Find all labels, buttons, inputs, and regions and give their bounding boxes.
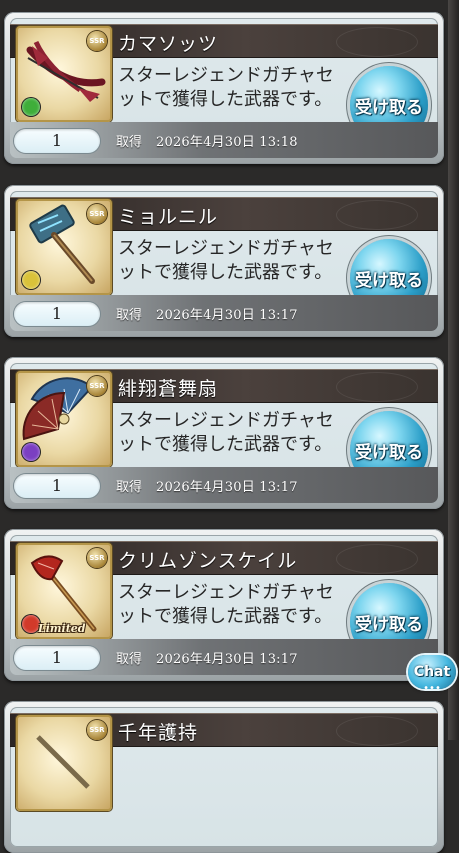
item-name: クリムゾンスケイル [118, 550, 298, 572]
item-name: 千年護持 [118, 722, 199, 744]
reward-card: クリムゾンスケイル SSR Limited スターレジェンドガチャセットで獲得し… [4, 529, 444, 681]
obtained-date: 2026年4月30日 13:17 [156, 480, 298, 495]
item-description: スターレジェンドガチャセットで獲得した武器です。 [118, 238, 334, 283]
reward-card-body: 緋翔蒼舞扇 SSR スターレジェンドガチャセットで獲得した武器です。 受け取る [10, 363, 438, 503]
obtained-label: 取得 [116, 135, 143, 150]
reward-card-body: クリムゾンスケイル SSR Limited スターレジェンドガチャセットで獲得し… [10, 535, 438, 675]
quantity-display: 1 [14, 302, 100, 326]
item-name: ミョルニル [118, 206, 219, 228]
item-description: スターレジェンドガチャセットで獲得した武器です。 [118, 582, 334, 627]
reward-card: 緋翔蒼舞扇 SSR スターレジェンドガチャセットで獲得した武器です。 受け取る [4, 357, 444, 509]
limited-badge: Limited [38, 622, 86, 635]
reward-card: ミョルニル SSR スターレジェンドガチャセットで獲得した武器です。 受け取る … [4, 185, 444, 337]
obtained-label: 取得 [116, 652, 143, 667]
quantity-display: 1 [14, 129, 100, 153]
reward-card: 千年護持 SSR [4, 701, 444, 853]
dark-element-icon [22, 443, 40, 461]
scroll-edge [448, 0, 459, 740]
ssr-rarity-badge: SSR [87, 31, 107, 51]
reward-card-body: カマソッツ SSR スターレジェンドガチャセットで獲得した武器です。 受け取る [10, 18, 438, 158]
weapon-thumbnail: SSR [16, 715, 112, 811]
item-description: スターレジェンドガチャセットで獲得した武器です。 [118, 410, 334, 455]
wind-element-icon [22, 98, 40, 116]
reward-card-body: 千年護持 SSR [10, 707, 438, 847]
obtained-date: 2026年4月30日 13:17 [156, 652, 298, 667]
quantity-display: 1 [14, 474, 100, 498]
obtained-date: 2026年4月30日 13:17 [156, 308, 298, 323]
reward-card: カマソッツ SSR スターレジェンドガチャセットで獲得した武器です。 受け取る [4, 12, 444, 164]
weapon-thumbnail: SSR [16, 371, 112, 467]
obtained-label: 取得 [116, 308, 143, 323]
ssr-rarity-badge: SSR [87, 720, 107, 740]
weapon-thumbnail: SSR [16, 199, 112, 295]
item-name: カマソッツ [118, 33, 219, 55]
reward-card-body: ミョルニル SSR スターレジェンドガチャセットで獲得した武器です。 受け取る … [10, 191, 438, 331]
ssr-rarity-badge: SSR [87, 204, 107, 224]
item-footer: 1 取得 2026年4月30日 13:18 [10, 122, 438, 158]
weapon-thumbnail: SSR [16, 26, 112, 122]
obtained-date: 2026年4月30日 13:18 [156, 135, 298, 150]
item-footer: 1 取得 2026年4月30日 13:17 [10, 467, 438, 503]
light-element-icon [22, 271, 40, 289]
item-name: 緋翔蒼舞扇 [118, 378, 219, 400]
obtained-label: 取得 [116, 480, 143, 495]
item-footer: 1 取得 2026年4月30日 13:17 [10, 295, 438, 331]
quantity-display: 1 [14, 646, 100, 670]
weapon-thumbnail: SSR Limited [16, 543, 112, 639]
chat-bubble-dots: ••• [423, 683, 441, 694]
ssr-rarity-badge: SSR [87, 548, 107, 568]
item-footer: 1 取得 2026年4月30日 13:17 [10, 639, 438, 675]
item-description: スターレジェンドガチャセットで獲得した武器です。 [118, 65, 334, 110]
ssr-rarity-badge: SSR [87, 376, 107, 396]
